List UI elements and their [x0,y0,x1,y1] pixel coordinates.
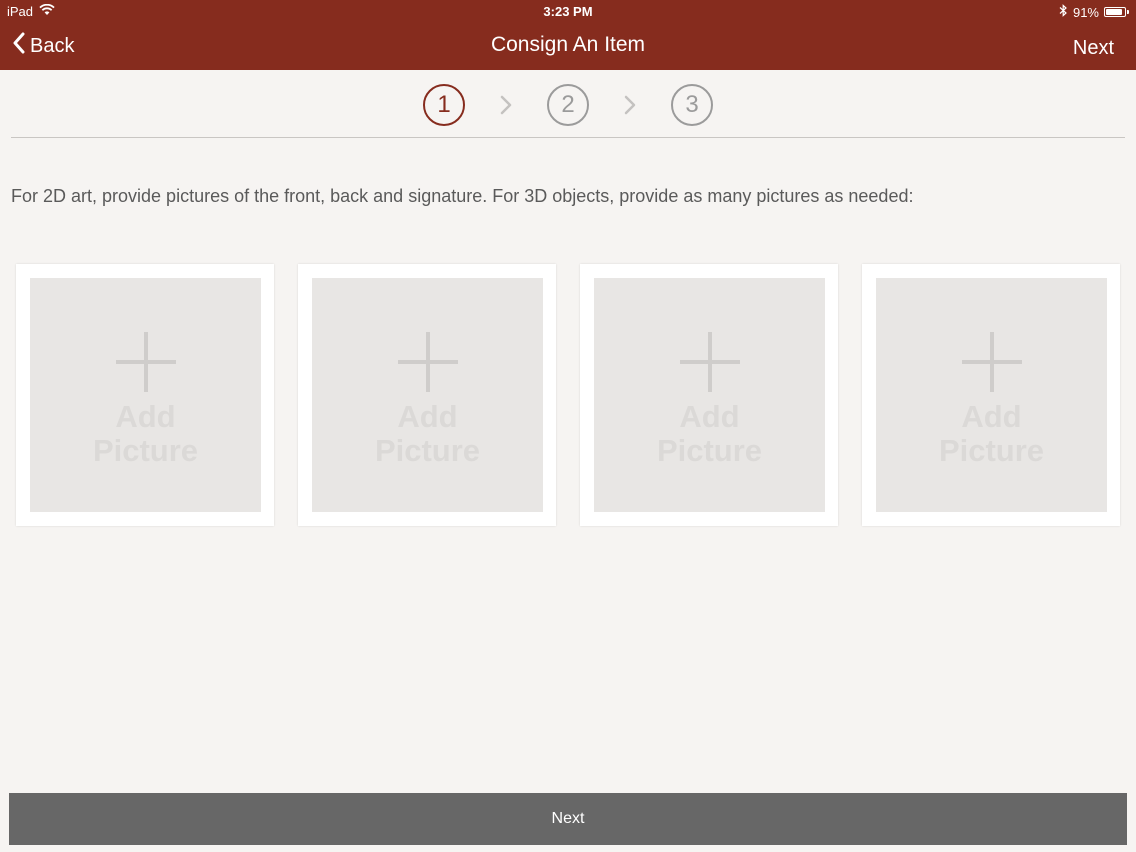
plus-icon [679,332,740,392]
status-time: 3:23 PM [543,4,593,19]
add-picture-label: Add Picture [30,400,261,468]
add-picture-slot[interactable]: Add Picture [862,264,1120,526]
battery-icon [1104,7,1129,17]
bluetooth-icon [1059,4,1068,20]
add-picture-label-line2: Picture [92,433,199,468]
step-indicator: 1 2 3 [0,82,1136,128]
add-picture-slot[interactable]: Add Picture [298,264,556,526]
add-picture-label-line2: Picture [374,433,481,468]
page-title: Consign An Item [490,33,646,56]
add-picture-label: Add Picture [312,400,543,468]
add-picture-label-line1: Add [961,399,1022,434]
add-picture-label: Add Picture [876,400,1107,468]
add-picture-label-line1: Add [115,399,176,434]
chevron-right-icon [589,95,671,115]
back-button[interactable]: Back [12,32,74,60]
step-3: 3 [671,84,713,126]
plus-icon [115,332,176,392]
picture-placeholder: Add Picture [876,278,1107,512]
step-2: 2 [547,84,589,126]
picture-placeholder: Add Picture [312,278,543,512]
nav-next-button[interactable]: Next [1073,37,1114,60]
navigation-header: iPad 3:23 PM 91% Back Consign An Item Ne… [0,0,1136,70]
instructions-text: For 2D art, provide pictures of the fron… [11,186,914,206]
battery-body [1104,7,1126,17]
add-picture-slot[interactable]: Add Picture [16,264,274,526]
next-button[interactable]: Next [9,793,1127,845]
plus-icon [961,332,1022,392]
back-label: Back [30,34,75,57]
add-picture-label-line1: Add [679,399,740,434]
picture-slots: Add Picture Add Picture Add Picture Add [16,264,1120,526]
battery-tip [1127,10,1129,14]
chevron-left-icon [12,32,26,60]
add-picture-label-line1: Add [397,399,458,434]
add-picture-label-line2: Picture [656,433,763,468]
battery-percent: 91% [1072,4,1099,20]
step-1: 1 [423,84,465,126]
status-bar: iPad 3:23 PM 91% [0,0,1136,24]
picture-placeholder: Add Picture [30,278,261,512]
add-picture-label-line2: Picture [938,433,1045,468]
plus-icon [397,332,458,392]
battery-fill [1106,9,1123,15]
divider [11,137,1125,138]
picture-placeholder: Add Picture [594,278,825,512]
add-picture-label: Add Picture [594,400,825,468]
chevron-right-icon [465,95,547,115]
add-picture-slot[interactable]: Add Picture [580,264,838,526]
status-right: 91% [1059,4,1129,20]
